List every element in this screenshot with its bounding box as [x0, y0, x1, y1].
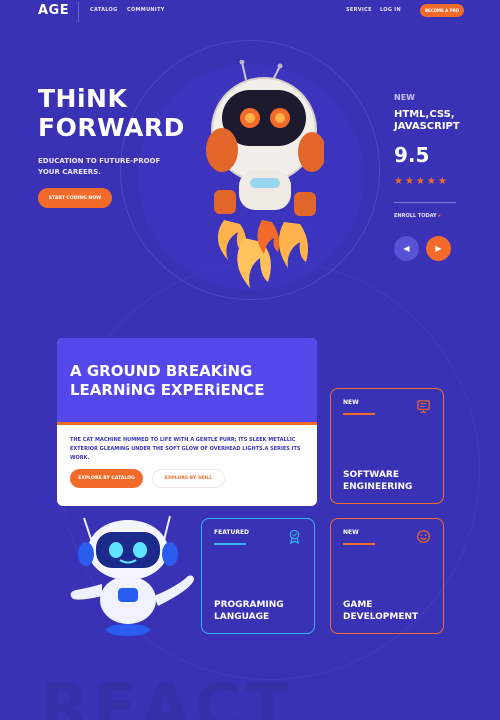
course-rating: 9.5: [394, 143, 430, 167]
carousel-prev-button[interactable]: ◀: [394, 236, 419, 261]
enroll-divider: [394, 202, 456, 203]
hero-title: THiNK FORWARD: [38, 84, 198, 142]
enroll-today-link[interactable]: ENROLL TODAY ▸: [394, 213, 441, 219]
nav-link-service[interactable]: SERVICE: [346, 7, 372, 13]
course-card-title: PROGRAMING LANGUAGE: [214, 600, 284, 622]
become-pro-button[interactable]: BECOME A PRO: [420, 4, 464, 17]
course-card-underline: [343, 543, 375, 545]
rating-stars: ★★★★★: [394, 176, 449, 187]
start-coding-button[interactable]: START CODING NOW: [38, 188, 112, 208]
enroll-label: ENROLL TODAY: [394, 213, 437, 219]
rocket-robot-illustration: [206, 60, 324, 288]
course-name[interactable]: HTML,CSS, JAVASCRIPT: [394, 109, 474, 133]
feature-card: A GROUND BREAKiNG LEARNiNG EXPERiENCE TH…: [57, 338, 317, 506]
background-watermark: REACT: [40, 671, 294, 720]
hero-title-line1: THiNK: [38, 84, 128, 113]
course-card-title: GAME DEVELOPMENT: [343, 600, 419, 622]
logo[interactable]: AGE: [38, 3, 69, 18]
feature-card-stripe: [57, 422, 317, 425]
nav-link-catalog[interactable]: CATALOG: [90, 7, 118, 13]
hero-title-line2: FORWARD: [38, 113, 185, 142]
explore-by-skill-button[interactable]: EXPLORE BY SKILL: [152, 469, 225, 488]
course-card-game-development[interactable]: NEW GAME DEVELOPMENT: [330, 518, 444, 634]
badge-icon: [289, 529, 300, 544]
course-card-underline: [214, 543, 246, 545]
course-card-software-engineering[interactable]: NEW SOFTWARE ENGINEERING: [330, 388, 444, 504]
feature-card-title: A GROUND BREAKiNG LEARNiNG EXPERiENCE: [70, 362, 265, 399]
top-nav: AGE CATALOG COMMUNITY SERVICE LOG IN BEC…: [0, 0, 500, 26]
hero-subtitle: EDUCATION TO FUTURE-PROOF YOUR CAREERS.: [38, 157, 161, 176]
feature-card-body: THE CAT MACHINE HUMMED TO LIFE WITH A GE…: [70, 437, 301, 461]
nav-link-login[interactable]: LOG IN: [380, 7, 401, 13]
arrow-right-icon: ▶: [435, 244, 442, 253]
course-card-title: SOFTWARE ENGINEERING: [343, 470, 413, 492]
explore-by-catalog-button[interactable]: EXPLORE BY CATALOG: [70, 469, 143, 488]
nav-divider: [78, 2, 79, 22]
course-card-tag: FEATURED: [214, 529, 250, 536]
landing-page: REACT AGE CATALOG COMMUNITY SERVICE LOG …: [0, 0, 500, 720]
carousel-next-button[interactable]: ▶: [426, 236, 451, 261]
course-card-tag: NEW: [343, 529, 359, 536]
arrow-left-icon: ◀: [403, 244, 410, 253]
course-card-programing-language[interactable]: FEATURED PROGRAMING LANGUAGE: [201, 518, 315, 634]
small-robot-illustration: [70, 515, 194, 636]
monitor-icon: [417, 400, 430, 413]
enroll-arrow-icon: ▸: [438, 213, 441, 219]
course-new-tag: NEW: [394, 93, 415, 102]
nav-link-community[interactable]: COMMUNITY: [127, 7, 165, 13]
course-card-underline: [343, 413, 375, 415]
course-card-tag: NEW: [343, 399, 359, 406]
smiley-icon: [417, 530, 430, 543]
